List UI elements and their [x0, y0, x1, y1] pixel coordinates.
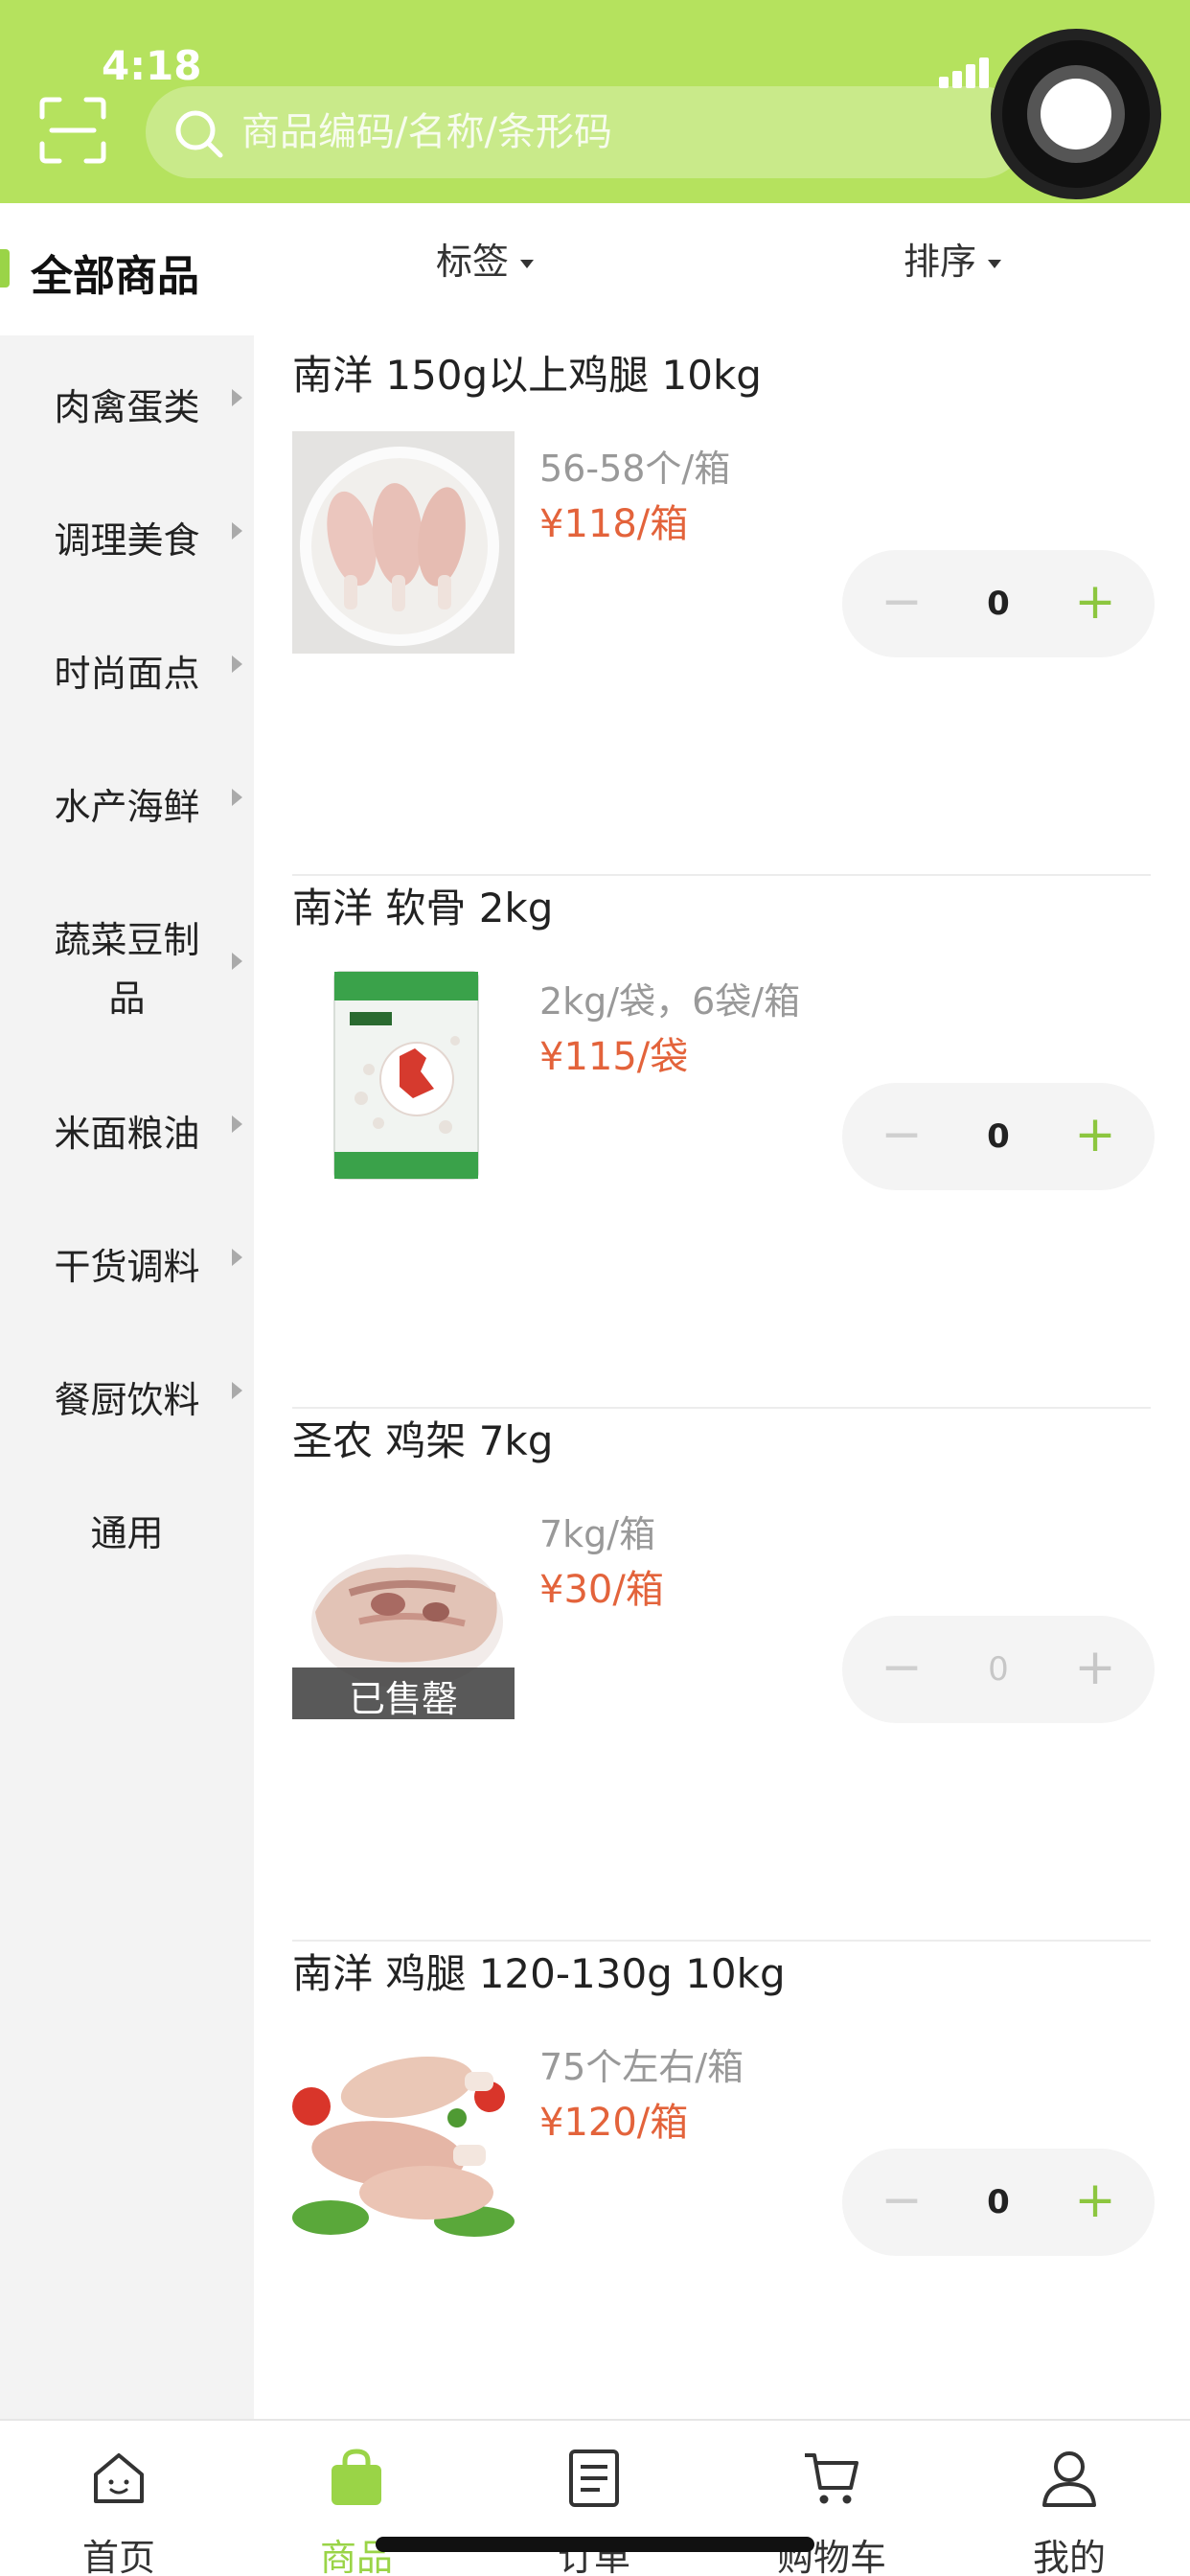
quantity-input[interactable]: [957, 1102, 1040, 1171]
tab-home[interactable]: 首页: [0, 2421, 238, 2576]
chevron-right-icon: [232, 656, 242, 673]
home-indicator: [376, 2537, 814, 2552]
chevron-right-icon: [232, 1249, 242, 1266]
product-price: ¥120/箱: [539, 2101, 689, 2145]
caret-down-icon: [520, 260, 535, 268]
product-image[interactable]: [292, 431, 515, 654]
tag-filter-dropdown[interactable]: 标签: [436, 232, 535, 285]
product-spec: 56-58个/箱: [539, 448, 731, 490]
increase-button[interactable]: +: [1070, 1100, 1120, 1169]
tab-label: 我的: [1032, 2537, 1106, 2576]
user-icon: [1039, 2448, 1100, 2509]
product-spec: 2kg/袋，6袋/箱: [539, 980, 801, 1023]
sidebar-item-general[interactable]: 通用: [0, 1504, 254, 1556]
product-spec: 75个左右/箱: [539, 2046, 744, 2088]
quantity-stepper: − +: [842, 1083, 1155, 1190]
sold-out-badge: 已售罄: [292, 1668, 515, 1719]
chevron-right-icon: [232, 1382, 242, 1399]
decrease-button[interactable]: −: [881, 1102, 923, 1171]
quantity-input[interactable]: [957, 2168, 1040, 2237]
product-name: 南洋 鸡腿 120-130g 10kg: [292, 1950, 786, 1997]
sidebar-all-label: 全部商品: [31, 252, 199, 301]
quantity-stepper: − +: [842, 1616, 1155, 1723]
product-image[interactable]: [292, 964, 515, 1186]
order-icon: [563, 2448, 625, 2509]
sidebar-item-seafood[interactable]: 水产海鲜: [0, 777, 254, 830]
tab-orders[interactable]: 订单: [475, 2421, 713, 2576]
assistive-touch-button[interactable]: [991, 29, 1161, 199]
bag-icon: [326, 2448, 387, 2509]
tab-me[interactable]: 我的: [950, 2421, 1188, 2576]
decrease-button: −: [881, 1639, 923, 1696]
product-item[interactable]: 南洋 150g以上鸡腿 10kg 56-58个/箱 ¥118/箱 − +: [292, 343, 1155, 876]
cart-icon: [801, 2448, 862, 2509]
chevron-right-icon: [232, 389, 242, 406]
sidebar-item-grain-oil[interactable]: 米面粮油: [0, 1104, 254, 1157]
tab-label: 购物车: [776, 2537, 886, 2576]
active-indicator: [0, 249, 10, 288]
product-item[interactable]: 南洋 软骨 2kg 2kg/袋，6袋/箱 ¥115/袋 − +: [292, 876, 1155, 1409]
product-name: 圣农 鸡架 7kg: [292, 1417, 554, 1464]
sidebar-item-meat[interactable]: 肉禽蛋类: [0, 378, 254, 430]
search-input[interactable]: [241, 104, 989, 161]
tab-cart[interactable]: 购物车: [713, 2421, 950, 2576]
search-bar[interactable]: [146, 86, 1027, 178]
quantity-input[interactable]: [957, 569, 1040, 638]
tab-label: 商品: [319, 2537, 393, 2576]
product-price: ¥118/箱: [539, 502, 689, 546]
tab-products[interactable]: 商品: [238, 2421, 475, 2576]
increase-button[interactable]: +: [1070, 567, 1120, 636]
tab-label: 订单: [557, 2537, 630, 2576]
sort-dropdown[interactable]: 排序: [904, 232, 1002, 285]
chevron-right-icon: [232, 953, 242, 970]
caret-down-icon: [988, 260, 1002, 268]
product-price: ¥115/袋: [539, 1035, 689, 1079]
decrease-button[interactable]: −: [881, 569, 923, 638]
sidebar-item-seasoning[interactable]: 干货调料: [0, 1237, 254, 1290]
quantity-stepper: − +: [842, 2149, 1155, 2256]
search-icon: [172, 107, 226, 161]
product-item[interactable]: 圣农 鸡架 7kg 已售罄 7kg/箱 ¥30/箱 − +: [292, 1409, 1155, 1942]
top-header: 4:18: [0, 0, 1190, 203]
sidebar-item-all[interactable]: 全部商品: [0, 203, 254, 335]
chevron-right-icon: [232, 1116, 242, 1133]
chevron-right-icon: [232, 522, 242, 540]
sidebar-item-vegetables[interactable]: 蔬菜豆制 品: [0, 910, 254, 1022]
product-image[interactable]: 已售罄: [292, 1497, 515, 1719]
bottom-tab-bar: 首页 商品 订单 购物车 我的: [0, 2419, 1190, 2576]
sidebar-item-pastry[interactable]: 时尚面点: [0, 644, 254, 697]
product-price: ¥30/箱: [539, 1568, 664, 1612]
quantity-stepper: − +: [842, 550, 1155, 657]
product-name: 南洋 软骨 2kg: [292, 885, 554, 932]
decrease-button[interactable]: −: [881, 2168, 923, 2237]
chevron-right-icon: [232, 789, 242, 806]
quantity-input: [957, 1635, 1040, 1704]
product-item[interactable]: 南洋 鸡腿 120-130g 10kg 75个左右/箱 ¥120/箱 − +: [292, 1942, 1155, 2474]
home-icon: [88, 2448, 149, 2509]
sidebar-item-kitchen-drinks[interactable]: 餐厨饮料: [0, 1370, 254, 1423]
increase-button[interactable]: +: [1070, 2166, 1120, 2235]
signal-icon: [939, 56, 996, 88]
scan-icon[interactable]: [38, 96, 107, 165]
tab-label: 首页: [81, 2537, 155, 2576]
product-spec: 7kg/箱: [539, 1513, 656, 1555]
filter-bar: 标签 排序: [254, 203, 1190, 318]
product-image[interactable]: [292, 2030, 515, 2252]
increase-button: +: [1074, 1639, 1116, 1696]
product-name: 南洋 150g以上鸡腿 10kg: [292, 352, 762, 399]
sidebar-item-prepared[interactable]: 调理美食: [0, 511, 254, 564]
status-time: 4:18: [102, 42, 202, 89]
